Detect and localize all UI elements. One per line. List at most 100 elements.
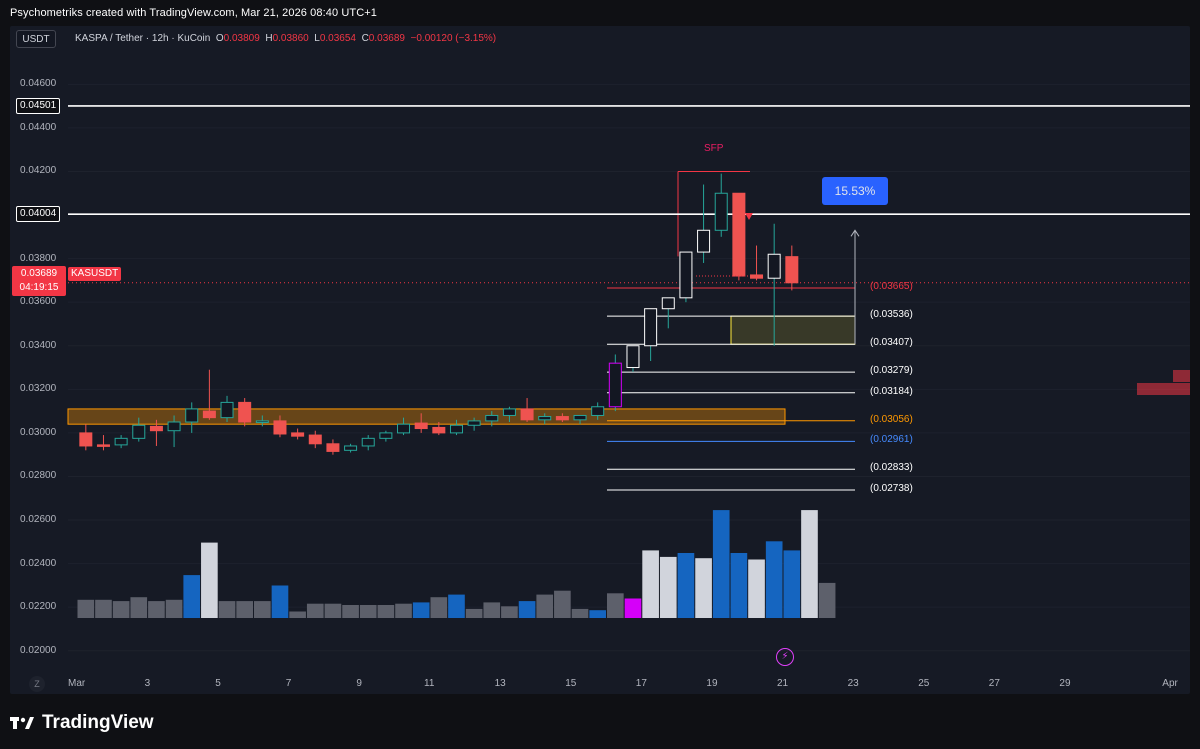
time-axis-tick: Apr bbox=[1162, 678, 1178, 689]
tradingview-logo: TradingView bbox=[10, 709, 154, 737]
time-axis-tick: 13 bbox=[494, 678, 506, 689]
fib-level-label: (0.03665) bbox=[870, 281, 913, 293]
candle-body bbox=[714, 192, 728, 231]
volume-bar bbox=[236, 601, 253, 618]
fib-level-label: (0.02833) bbox=[870, 462, 913, 474]
volume-bar bbox=[536, 594, 554, 618]
volume-bar bbox=[571, 608, 589, 618]
price-axis-tick: 0.02400 bbox=[20, 557, 57, 569]
fib-level-label: (0.03536) bbox=[870, 309, 913, 321]
time-axis-tick: 29 bbox=[1059, 678, 1071, 689]
candle-body bbox=[520, 408, 534, 421]
price-axis-tick: 0.03200 bbox=[20, 383, 57, 395]
candle-body bbox=[308, 434, 322, 445]
legend-open-label: O bbox=[215, 33, 224, 44]
volume-bar bbox=[430, 597, 448, 618]
volume-bar bbox=[412, 602, 430, 618]
volume-bar bbox=[306, 603, 324, 618]
flash-icon[interactable]: ⚡ bbox=[776, 648, 794, 666]
volume-bar bbox=[695, 558, 712, 618]
orderbook-zone bbox=[1173, 370, 1190, 382]
candle-body bbox=[679, 251, 693, 299]
price-axis-tick: 0.04200 bbox=[20, 165, 57, 177]
candle-body bbox=[644, 308, 658, 347]
demand-zone bbox=[730, 315, 856, 345]
candle-body bbox=[449, 424, 463, 434]
chart-canvas[interactable] bbox=[10, 26, 1190, 694]
tradingview-brand: TradingView bbox=[42, 712, 154, 733]
volume-bar bbox=[324, 603, 342, 618]
candle-body bbox=[344, 445, 358, 451]
candle-body bbox=[555, 416, 569, 421]
volume-bar bbox=[589, 610, 606, 618]
symbol-tag: KASUSDT bbox=[68, 267, 122, 281]
volume-bar bbox=[748, 559, 765, 618]
candle-body bbox=[697, 229, 711, 253]
fib-level-label: (0.02738) bbox=[870, 482, 913, 494]
volume-bar bbox=[501, 606, 518, 618]
candle-body bbox=[414, 422, 428, 430]
candle-body bbox=[255, 420, 269, 423]
volume-bar bbox=[677, 553, 695, 618]
candle-body bbox=[79, 432, 93, 447]
price-axis-tick: 0.03000 bbox=[20, 426, 57, 438]
candle-body bbox=[114, 437, 128, 446]
candle-body bbox=[397, 423, 411, 434]
target-percent-badge[interactable]: 15.53% bbox=[822, 177, 888, 205]
candle-body bbox=[573, 414, 587, 421]
candle-body bbox=[149, 425, 163, 432]
volume-bar bbox=[624, 598, 642, 618]
volume-bar bbox=[395, 603, 412, 618]
time-axis-tick: 23 bbox=[847, 678, 859, 689]
candle-body bbox=[750, 274, 764, 279]
volume-bar bbox=[377, 605, 395, 618]
legend-change: −0.00120 (−3.15%) bbox=[410, 33, 497, 44]
legend-high: 0.03860 bbox=[272, 33, 309, 44]
legend-low: 0.03654 bbox=[319, 33, 356, 44]
volume-bar bbox=[659, 556, 677, 618]
candle-body bbox=[732, 192, 746, 277]
key-level-tag: 0.04004 bbox=[16, 206, 61, 223]
volume-bar bbox=[483, 602, 501, 618]
volume-bar bbox=[183, 575, 201, 618]
legend-open: 0.03809 bbox=[223, 33, 260, 44]
volume-bar bbox=[77, 599, 95, 618]
time-axis-tick: 27 bbox=[988, 678, 1000, 689]
legend-symbol[interactable]: KASPA / Tether · 12h · KuCoin bbox=[75, 33, 210, 44]
price-axis-tick: 0.03400 bbox=[20, 339, 57, 351]
current-price-tag: 0.03689 04:19:15 bbox=[12, 266, 66, 296]
chart-panel[interactable]: USDT KASPA / Tether · 12h · KuCoin O0.03… bbox=[10, 26, 1190, 694]
price-axis-tick: 0.04400 bbox=[20, 121, 57, 133]
candle-body bbox=[220, 401, 234, 419]
candle-body bbox=[485, 414, 499, 422]
candle-body bbox=[185, 408, 199, 423]
volume-bar bbox=[465, 608, 483, 618]
symbol-legend: KASPA / Tether · 12h · KuCoin O0.03809 H… bbox=[75, 33, 496, 44]
fib-level-label: (0.03056) bbox=[870, 413, 913, 425]
candle-body bbox=[291, 432, 305, 437]
time-axis-tick: 21 bbox=[777, 678, 789, 689]
candle-body bbox=[273, 420, 287, 435]
candle-body bbox=[432, 426, 446, 434]
time-axis-tick: 19 bbox=[706, 678, 718, 689]
candle-body bbox=[785, 256, 799, 284]
zoom-button[interactable]: Z bbox=[29, 676, 45, 692]
volume-bar bbox=[218, 601, 236, 618]
key-level-tag: 0.04501 bbox=[16, 97, 61, 114]
time-axis-tick: 17 bbox=[635, 678, 647, 689]
candle-body bbox=[361, 437, 375, 447]
volume-bar bbox=[730, 553, 748, 618]
sfp-annotation[interactable]: SFP bbox=[704, 143, 723, 154]
time-axis-tick: 25 bbox=[918, 678, 930, 689]
currency-button[interactable]: USDT bbox=[16, 30, 56, 48]
volume-bar bbox=[712, 510, 730, 618]
volume-bar bbox=[554, 590, 571, 618]
time-axis-tick: 3 bbox=[144, 678, 151, 689]
volume-bar bbox=[801, 510, 818, 618]
volume-bar bbox=[271, 585, 289, 618]
volume-bar bbox=[130, 597, 148, 618]
candle-body bbox=[502, 408, 516, 416]
candle-body bbox=[467, 420, 481, 426]
candle-body bbox=[379, 432, 393, 439]
price-axis-tick: 0.02600 bbox=[20, 514, 57, 526]
